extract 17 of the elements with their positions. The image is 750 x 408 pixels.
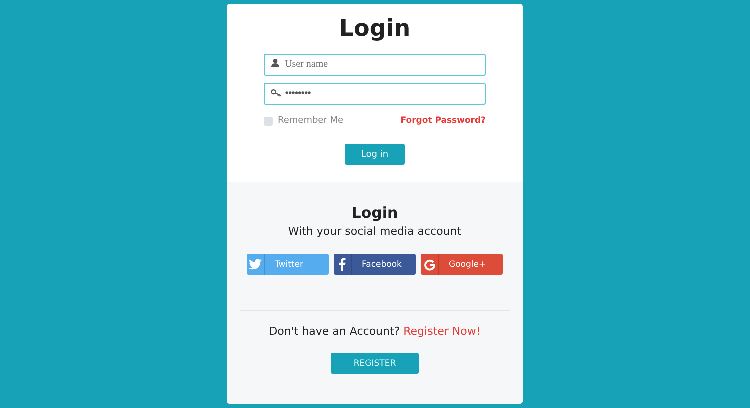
register-prompt: Don't have an Account? Register Now! bbox=[269, 325, 481, 338]
social-subtitle: With your social media account bbox=[288, 225, 462, 238]
password-field[interactable]: •••••••• bbox=[264, 82, 486, 104]
register-link[interactable]: Register Now! bbox=[404, 325, 481, 338]
forgot-password-link[interactable]: Forgot Password? bbox=[400, 116, 486, 126]
letter-g-icon bbox=[424, 258, 436, 270]
register-button[interactable]: REGISTER bbox=[331, 353, 419, 374]
remember-checkbox[interactable]: Remember Me bbox=[264, 116, 344, 126]
login-button[interactable]: Log in bbox=[345, 144, 405, 165]
social-title: Login bbox=[352, 204, 398, 222]
bird-icon bbox=[249, 259, 262, 270]
social-login-button[interactable]: Twitter bbox=[247, 254, 329, 275]
social-login-button[interactable]: Google+ bbox=[421, 254, 503, 275]
letter-f-icon bbox=[339, 258, 346, 271]
social-login-button[interactable]: Facebook bbox=[334, 254, 416, 275]
username-field[interactable]: User name bbox=[264, 54, 486, 76]
login-title: Login bbox=[339, 16, 411, 42]
